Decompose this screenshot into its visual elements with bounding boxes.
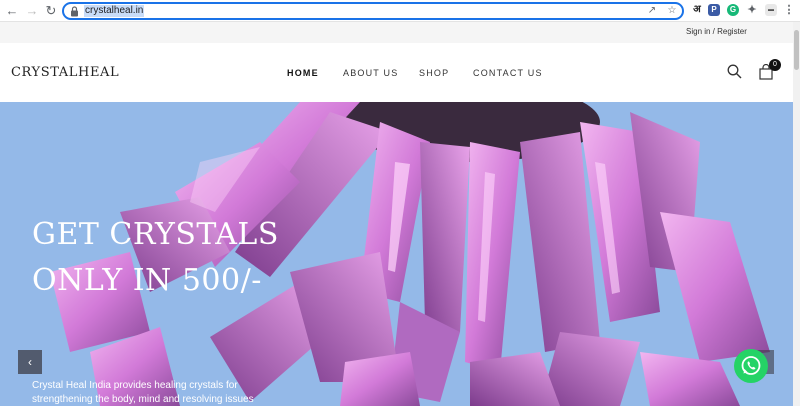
nav-contact-us[interactable]: CONTACT US <box>473 68 543 78</box>
cart-count-badge: 0 <box>769 59 781 71</box>
site-header: CRYSTALHEAL HOME ABOUT US SHOP CONTACT U… <box>0 43 793 102</box>
lock-icon <box>71 6 78 17</box>
nav-home[interactable]: HOME <box>287 68 319 78</box>
scrollbar-thumb[interactable] <box>794 30 799 70</box>
page-scrollbar[interactable] <box>793 22 800 406</box>
sign-in-link[interactable]: Sign in / Register <box>686 27 747 36</box>
p-extension-icon[interactable]: P <box>708 4 720 16</box>
translate-extension-icon[interactable]: अ <box>691 4 703 16</box>
site-logo[interactable]: CRYSTALHEAL <box>11 65 119 80</box>
hero-description: Crystal Heal India provides healing crys… <box>32 379 302 406</box>
more-icon[interactable]: ⋮ <box>783 4 795 16</box>
hero-headline-line-2: ONLY IN 500/- <box>32 263 262 298</box>
whatsapp-icon <box>741 356 761 375</box>
chevron-left-icon: ‹ <box>28 355 32 369</box>
profile-extension-icon[interactable]: ▬ <box>765 4 777 16</box>
hero-description-line-1: Crystal Heal India provides healing crys… <box>32 380 238 391</box>
nav-shop[interactable]: SHOP <box>419 68 449 78</box>
forward-icon[interactable]: → <box>24 3 40 19</box>
reload-icon[interactable]: ↻ <box>43 3 59 19</box>
slider-prev-button[interactable]: ‹ <box>18 350 42 374</box>
hero-headline: GET CRYSTALS ONLY IN 500/- <box>32 212 332 304</box>
hero-headline-line-1: GET CRYSTALS <box>32 217 279 252</box>
whatsapp-button[interactable] <box>734 349 768 383</box>
g-extension-icon[interactable]: G <box>727 4 739 16</box>
star-icon[interactable]: ☆ <box>666 5 678 17</box>
address-bar[interactable]: crystalheal.in ↗ ☆ <box>62 2 684 20</box>
share-icon[interactable]: ↗ <box>646 5 658 17</box>
url-text[interactable]: crystalheal.in <box>84 5 145 17</box>
browser-toolbar: ← → ↻ crystalheal.in ↗ ☆ अ P G ✦ ▬ ⋮ <box>0 0 800 22</box>
hero-slider: GET CRYSTALS ONLY IN 500/- Crystal Heal … <box>0 102 793 406</box>
nav-about-us[interactable]: ABOUT US <box>343 68 398 78</box>
hero-description-line-2: strengthening the body, mind and resolvi… <box>32 394 254 405</box>
top-bar: Sign in / Register <box>0 22 800 43</box>
extensions-icon[interactable]: ✦ <box>746 4 758 16</box>
back-icon[interactable]: ← <box>4 3 20 19</box>
search-icon[interactable] <box>727 64 742 79</box>
